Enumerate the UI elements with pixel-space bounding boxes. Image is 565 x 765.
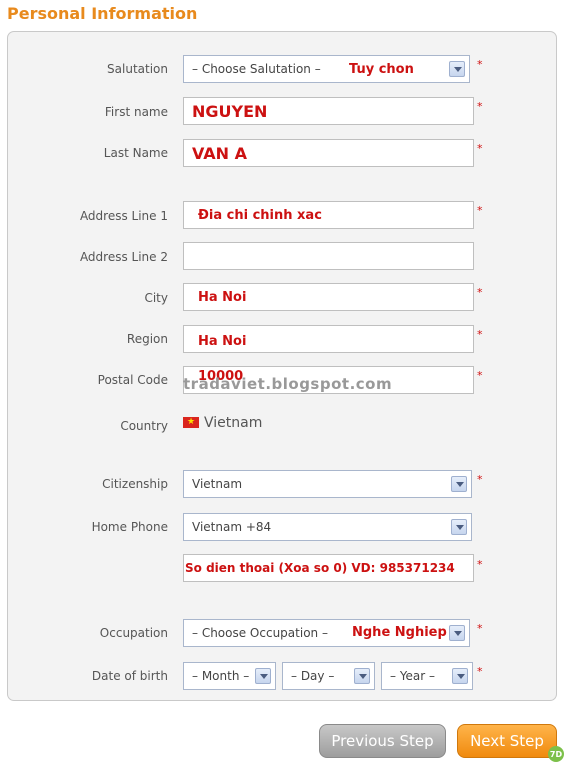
last-name-field[interactable]: VAN A xyxy=(183,139,474,167)
occupation-annotation: Nghe Nghiep xyxy=(352,625,447,640)
required-mark: * xyxy=(477,100,483,113)
required-mark: * xyxy=(477,558,483,571)
phone-number-value: So dien thoai (Xoa so 0) VD: 985371234 xyxy=(185,561,455,575)
required-mark: * xyxy=(477,473,483,486)
salutation-annotation: Tuy chon xyxy=(349,62,414,77)
first-name-label: First name xyxy=(104,105,168,119)
occupation-selected: – Choose Occupation – xyxy=(192,626,328,640)
required-mark: * xyxy=(477,142,483,155)
required-mark: * xyxy=(477,369,483,382)
previous-step-button[interactable]: Previous Step xyxy=(319,724,446,758)
first-name-value: NGUYEN xyxy=(192,101,268,121)
occupation-label: Occupation xyxy=(99,626,168,640)
address1-label: Address Line 1 xyxy=(79,209,168,223)
address2-field[interactable] xyxy=(183,242,474,270)
required-mark: * xyxy=(477,286,483,299)
dob-day-select[interactable]: – Day – xyxy=(282,662,375,690)
chevron-down-icon[interactable] xyxy=(449,61,465,77)
region-field[interactable]: Ha Noi xyxy=(183,325,474,353)
region-label: Region xyxy=(126,332,168,346)
dob-day-selected: – Day – xyxy=(291,669,335,683)
country-value: Vietnam xyxy=(204,415,263,431)
dob-month-selected: – Month – xyxy=(192,669,250,683)
phone-country-selected: Vietnam +84 xyxy=(192,520,272,534)
required-mark: * xyxy=(477,58,483,71)
address1-value: Đia chi chinh xac xyxy=(198,207,322,223)
last-name-value: VAN A xyxy=(192,143,248,163)
country-label: Country xyxy=(120,419,168,433)
citizenship-select[interactable]: Vietnam xyxy=(183,470,472,498)
dob-month-select[interactable]: – Month – xyxy=(183,662,276,690)
city-field[interactable]: Ha Noi xyxy=(183,283,474,311)
address1-field[interactable]: Đia chi chinh xac xyxy=(183,201,474,229)
first-name-field[interactable]: NGUYEN xyxy=(183,97,474,125)
badge-icon: 7D xyxy=(548,746,564,762)
next-step-button[interactable]: Next Step xyxy=(457,724,557,758)
chevron-down-icon[interactable] xyxy=(255,668,271,684)
salutation-select[interactable]: – Choose Salutation – xyxy=(183,55,470,83)
chevron-down-icon[interactable] xyxy=(354,668,370,684)
required-mark: * xyxy=(477,328,483,341)
vietnam-flag-icon: ★ xyxy=(183,417,199,428)
citizenship-label: Citizenship xyxy=(102,477,168,491)
chevron-down-icon[interactable] xyxy=(451,519,467,535)
postal-label: Postal Code xyxy=(97,373,168,387)
city-value: Ha Noi xyxy=(198,289,247,305)
home-phone-label: Home Phone xyxy=(91,520,168,534)
dob-year-select[interactable]: – Year – xyxy=(381,662,473,690)
phone-country-select[interactable]: Vietnam +84 xyxy=(183,513,472,541)
phone-number-field[interactable]: So dien thoai (Xoa so 0) VD: 985371234 xyxy=(183,554,474,582)
watermark-text: tradaviet.blogspot.com xyxy=(183,375,393,393)
city-label: City xyxy=(144,291,168,305)
region-value: Ha Noi xyxy=(198,334,247,349)
citizenship-selected: Vietnam xyxy=(192,477,243,491)
last-name-label: Last Name xyxy=(103,146,168,160)
dob-label: Date of birth xyxy=(91,669,168,683)
address2-label: Address Line 2 xyxy=(79,250,168,264)
salutation-selected: – Choose Salutation – xyxy=(192,62,321,76)
dob-year-selected: – Year – xyxy=(390,669,436,683)
chevron-down-icon[interactable] xyxy=(449,625,465,641)
page-title: Personal Information xyxy=(7,4,198,23)
salutation-label: Salutation xyxy=(107,62,168,76)
chevron-down-icon[interactable] xyxy=(451,476,467,492)
required-mark: * xyxy=(477,665,483,678)
required-mark: * xyxy=(477,204,483,217)
required-mark: * xyxy=(477,622,483,635)
chevron-down-icon[interactable] xyxy=(452,668,468,684)
